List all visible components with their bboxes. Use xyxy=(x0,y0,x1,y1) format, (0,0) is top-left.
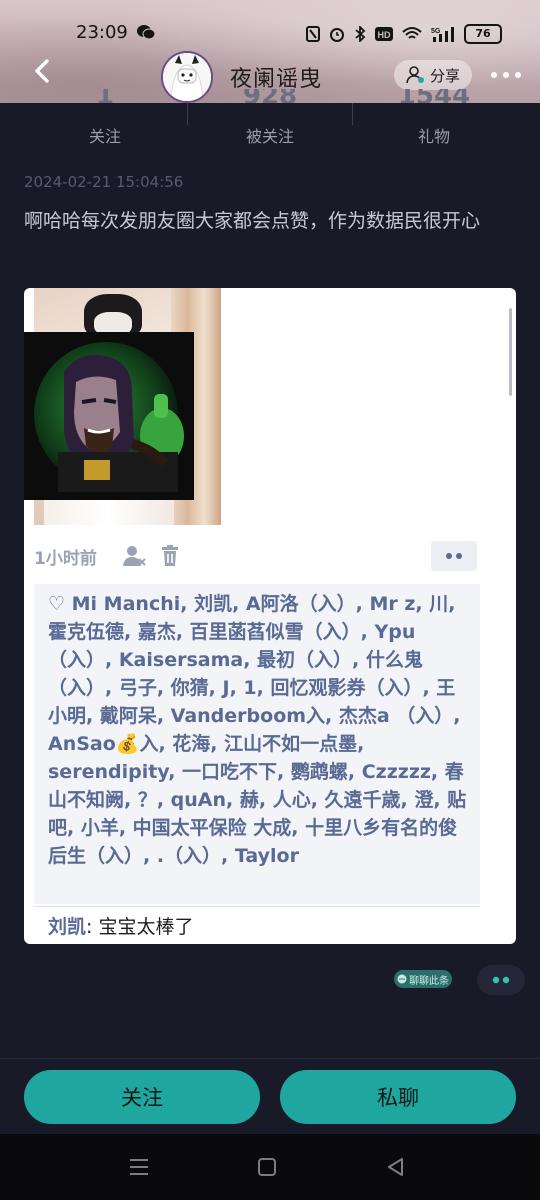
post-options-button[interactable] xyxy=(477,965,525,995)
status-time: 23:09 xyxy=(76,22,128,43)
likes-list: ♡ Mi Manchi, 刘凯, A阿洛（入）, Mr z, 川, 霍克伍德, … xyxy=(34,584,480,904)
stat-following-label: 关注 xyxy=(88,127,121,146)
game-champion-avatar xyxy=(24,332,194,500)
visibility-person-icon xyxy=(123,546,146,566)
follow-button[interactable]: 关注 xyxy=(24,1070,260,1124)
chevron-left-icon xyxy=(35,59,49,83)
chat-bubble-icon xyxy=(397,974,407,984)
signal-5g-icon: 5G xyxy=(431,27,454,42)
more-dots-icon xyxy=(446,553,462,559)
stat-following-number: 1 xyxy=(30,89,180,103)
alarm-icon xyxy=(330,28,344,42)
share-button[interactable]: 分享 xyxy=(394,60,472,90)
more-dots-icon xyxy=(491,72,521,78)
recent-apps-icon[interactable] xyxy=(127,1156,151,1178)
stat-followers-label: 被关注 xyxy=(245,127,294,146)
bottom-divider xyxy=(0,1058,540,1059)
wifi-icon xyxy=(402,27,422,39)
stat-gifts-number: 1544 xyxy=(359,89,509,103)
back-nav-icon[interactable] xyxy=(384,1156,408,1178)
back-button[interactable] xyxy=(28,56,58,86)
more-menu-button[interactable] xyxy=(488,64,524,86)
scrollbar[interactable] xyxy=(509,308,512,396)
private-message-button[interactable]: 私聊 xyxy=(280,1070,516,1124)
status-bar: 23:09 HD 5G 76 xyxy=(0,18,540,48)
comment-separator: : xyxy=(86,916,99,938)
svg-text:HD: HD xyxy=(378,30,391,40)
post-date: 2024-02-21 15:04:56 xyxy=(24,173,184,191)
nfc-icon xyxy=(306,26,320,42)
hd-icon: HD xyxy=(375,27,393,41)
system-navigation-bar xyxy=(0,1134,540,1200)
likes-names: ♡ Mi Manchi, 刘凯, A阿洛（入）, Mr z, 川, 霍克伍德, … xyxy=(48,593,467,867)
share-label: 分享 xyxy=(429,66,460,85)
comment-text: 宝宝太棒了 xyxy=(98,916,194,938)
delete-icon[interactable] xyxy=(158,544,182,568)
comment-divider xyxy=(34,906,480,907)
comment-author[interactable]: 刘凯 xyxy=(48,916,86,938)
post-more-button[interactable] xyxy=(431,541,477,571)
svg-text:5G: 5G xyxy=(431,28,441,35)
stat-divider xyxy=(187,103,188,125)
profile-stats: 1 关注 928 被关注 1544 礼物 xyxy=(0,89,540,153)
stat-divider xyxy=(352,103,353,125)
chat-chip-label: 聊聊此条 xyxy=(409,975,449,987)
share-person-icon xyxy=(406,66,424,84)
more-dots-icon xyxy=(492,976,510,984)
comment: 刘凯: 宝宝太棒了 xyxy=(48,912,193,939)
champion-portrait-image xyxy=(24,332,194,500)
home-icon[interactable] xyxy=(255,1156,279,1178)
time-ago: 1小时前 xyxy=(34,549,97,569)
wechat-notification-icon xyxy=(137,25,156,40)
bluetooth-icon xyxy=(355,26,366,42)
stat-followers-number: 928 xyxy=(195,89,345,103)
chat-about-post-chip[interactable]: 聊聊此条 xyxy=(394,970,452,988)
post-image[interactable]: 1小时前 ♡ Mi Manchi, 刘凯, A阿洛（入）, Mr z, 川, 霍… xyxy=(24,288,516,944)
stat-gifts-label: 礼物 xyxy=(417,127,450,146)
status-icons: HD 5G 76 xyxy=(306,24,502,44)
battery-icon: 76 xyxy=(464,24,502,44)
post-text: 啊哈哈每次发朋友圈大家都会点赞，作为数据民很开心 xyxy=(24,210,481,232)
